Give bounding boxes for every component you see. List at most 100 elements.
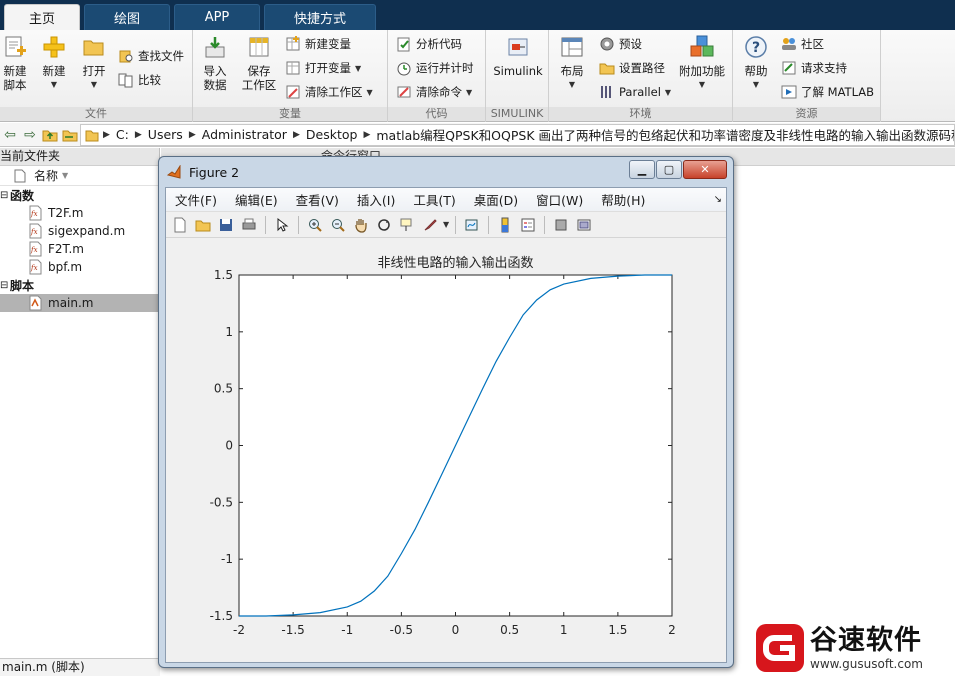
y-tick-label: 0 xyxy=(225,439,233,453)
maximize-button[interactable]: ▢ xyxy=(656,160,682,179)
open-button[interactable]: 打开 ▼ xyxy=(80,34,108,92)
tab-home[interactable]: 主页 xyxy=(4,4,80,30)
menu-file[interactable]: 文件(F) xyxy=(166,190,226,209)
link-plot-icon[interactable] xyxy=(462,215,482,235)
data-cursor-icon[interactable] xyxy=(397,215,417,235)
clear-commands-button[interactable]: 清除命令 ▼ xyxy=(396,82,472,102)
support-icon xyxy=(781,60,797,76)
tab-shortcuts[interactable]: 快捷方式 xyxy=(264,4,376,30)
list-item[interactable]: fx sigexpand.m xyxy=(0,222,159,240)
print-icon[interactable] xyxy=(239,215,259,235)
collapse-icon: ⊟ xyxy=(0,279,9,291)
address-bar: ⇦ ⇨ ▶ C: ▶ Users ▶ Administrator ▶ Deskt… xyxy=(0,123,955,147)
parallel-label: Parallel xyxy=(619,85,661,99)
zoom-in-icon[interactable] xyxy=(305,215,325,235)
colorbar-icon[interactable] xyxy=(495,215,515,235)
y-tick-label: -1.5 xyxy=(210,609,233,623)
current-folder-path[interactable]: ▶ C: ▶ Users ▶ Administrator ▶ Desktop ▶… xyxy=(80,123,955,146)
save-workspace-button[interactable]: 保存 工作区 xyxy=(239,34,279,92)
clear-workspace-label: 清除工作区 xyxy=(305,85,363,99)
svg-text:fx: fx xyxy=(30,246,38,254)
parallel-button[interactable]: Parallel ▼ xyxy=(599,82,671,102)
run-and-time-button[interactable]: 运行并计时 xyxy=(396,58,474,78)
chevron-right-icon: ▶ xyxy=(363,129,371,140)
menu-tools[interactable]: 工具(T) xyxy=(404,190,464,209)
file-name: T2F.m xyxy=(48,206,84,220)
new-figure-icon[interactable] xyxy=(170,215,190,235)
list-item[interactable]: fx F2T.m xyxy=(0,240,159,258)
column-header[interactable]: 名称 ▼ xyxy=(0,166,159,186)
help-label: 帮助 xyxy=(744,64,768,78)
menu-insert[interactable]: 插入(I) xyxy=(348,190,404,209)
hide-plot-tools-icon[interactable] xyxy=(551,215,571,235)
browse-folder-icon[interactable] xyxy=(60,125,80,145)
run-and-time-label: 运行并计时 xyxy=(416,61,474,75)
open-label: 打开 xyxy=(82,64,106,78)
import-data-button[interactable]: 导入 数据 xyxy=(201,34,229,92)
new-variable-button[interactable]: 新建变量 xyxy=(285,34,351,54)
rotate-3d-icon[interactable] xyxy=(374,215,394,235)
new-button[interactable]: 新建 ▼ xyxy=(40,34,68,92)
y-tick-label: 1.5 xyxy=(214,268,233,282)
menu-window[interactable]: 窗口(W) xyxy=(527,190,592,209)
menu-desktop[interactable]: 桌面(D) xyxy=(465,190,527,209)
forward-icon[interactable]: ⇨ xyxy=(20,125,40,145)
breadcrumb[interactable]: Desktop xyxy=(300,127,364,142)
find-files-button[interactable]: 查找文件 xyxy=(118,46,184,66)
section-functions[interactable]: ⊟ 函数 xyxy=(0,186,159,204)
back-icon[interactable]: ⇦ xyxy=(0,125,20,145)
list-item[interactable]: fx bpf.m xyxy=(0,258,159,276)
layout-button[interactable]: 布局 ▼ xyxy=(557,34,587,92)
breadcrumb[interactable]: matlab编程QPSK和OQPSK 画出了两种信号的包络起伏和功率谱密度及非线… xyxy=(370,125,954,144)
chevron-down-icon: ▼ xyxy=(466,87,473,97)
list-item[interactable]: fx T2F.m xyxy=(0,204,159,222)
open-file-icon[interactable] xyxy=(193,215,213,235)
help-button[interactable]: ? 帮助 ▼ xyxy=(741,34,771,92)
open-variable-button[interactable]: 打开变量 ▼ xyxy=(285,58,361,78)
close-button[interactable]: ✕ xyxy=(683,160,727,179)
preferences-button[interactable]: 预设 xyxy=(599,34,642,54)
menu-view[interactable]: 查看(V) xyxy=(287,190,348,209)
new-script-button[interactable]: 新建 脚本 xyxy=(2,34,28,92)
figure-titlebar[interactable]: Figure 2 ▁ ▢ ✕ xyxy=(159,157,733,187)
pan-hand-icon[interactable] xyxy=(351,215,371,235)
x-tick-label: 1.5 xyxy=(608,623,627,637)
tab-apps[interactable]: APP xyxy=(174,4,260,30)
plot-area[interactable]: -2 -1.5 -1 -0.5 0 0.5 1 1.5 2 -1.5 -1 -0.5 0 0.5 1 1.5 … xyxy=(166,240,726,662)
request-support-button[interactable]: 请求支持 xyxy=(781,58,847,78)
chevron-down-icon: ▼ xyxy=(366,87,373,97)
breadcrumb[interactable]: C: xyxy=(110,127,135,142)
clear-workspace-button[interactable]: 清除工作区 ▼ xyxy=(285,82,373,102)
dock-arrow-icon[interactable]: ↘ xyxy=(714,194,722,205)
line-chart[interactable]: -2 -1.5 -1 -0.5 0 0.5 1 1.5 2-1.5-1-0.500.511.5 … xyxy=(166,240,726,662)
learn-matlab-button[interactable]: 了解 MATLAB xyxy=(781,82,874,102)
variable-group: 导入 数据 保存 工作区 新建变量 打开变量 ▼ 清除工作区 ▼ 变量 xyxy=(193,30,388,122)
compare-button[interactable]: 比较 xyxy=(118,70,161,90)
up-folder-icon[interactable] xyxy=(40,125,60,145)
chevron-down-icon[interactable]: ▼ xyxy=(443,220,449,229)
menu-help[interactable]: 帮助(H) xyxy=(592,190,654,209)
pointer-icon[interactable] xyxy=(272,215,292,235)
brush-icon[interactable] xyxy=(420,215,440,235)
zoom-out-icon[interactable] xyxy=(328,215,348,235)
parallel-icon xyxy=(599,84,615,100)
list-item[interactable]: main.m xyxy=(0,294,159,312)
breadcrumb[interactable]: Users xyxy=(142,127,189,142)
analyze-code-button[interactable]: 分析代码 xyxy=(396,34,462,54)
function-file-icon: fx xyxy=(28,259,44,275)
minimize-button[interactable]: ▁ xyxy=(629,160,655,179)
set-path-button[interactable]: 设置路径 xyxy=(599,58,665,78)
section-scripts[interactable]: ⊟ 脚本 xyxy=(0,276,159,294)
community-button[interactable]: 社区 xyxy=(781,34,824,54)
save-icon[interactable] xyxy=(216,215,236,235)
tab-plots[interactable]: 绘图 xyxy=(84,4,170,30)
breadcrumb[interactable]: Administrator xyxy=(196,127,293,142)
add-ons-button[interactable]: 附加功能 ▼ xyxy=(677,34,727,92)
legend-icon[interactable] xyxy=(518,215,538,235)
menu-edit[interactable]: 编辑(E) xyxy=(226,190,287,209)
simulink-button[interactable]: Simulink xyxy=(492,34,544,78)
x-tick-label: 1 xyxy=(560,623,568,637)
svg-text:?: ? xyxy=(752,40,760,56)
sort-icon: ▼ xyxy=(62,171,69,180)
show-plot-tools-icon[interactable] xyxy=(574,215,594,235)
